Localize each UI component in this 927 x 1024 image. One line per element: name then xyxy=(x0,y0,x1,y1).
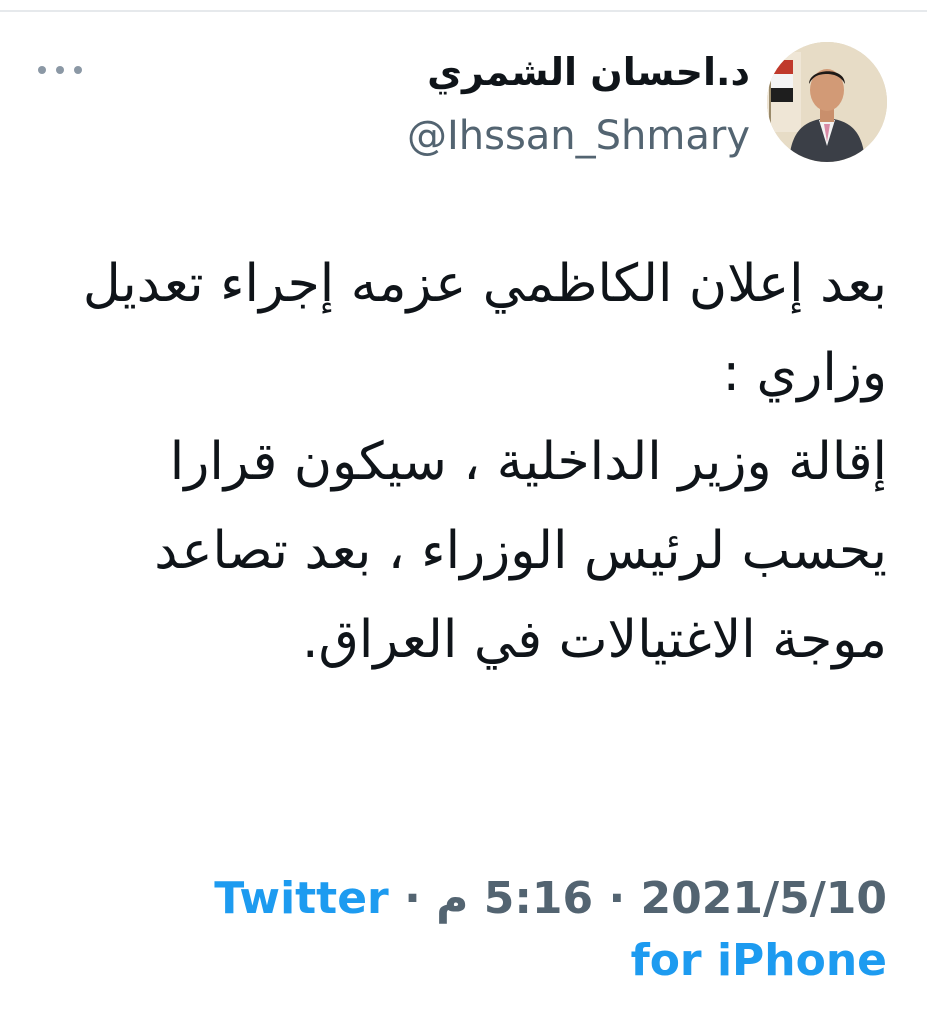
more-options-button[interactable] xyxy=(38,58,82,82)
more-dot-icon xyxy=(74,66,82,74)
user-handle[interactable]: @Ihssan_Shmary xyxy=(407,108,750,164)
tweet-time[interactable]: 5:16 م xyxy=(436,873,593,924)
tweet-text: بعد إعلان الكاظمي عزمه إجراء تعديل وزاري… xyxy=(82,254,887,670)
top-divider xyxy=(0,10,927,12)
meta-separator: · xyxy=(608,873,626,924)
tweet-date[interactable]: 2021/5/10 xyxy=(641,873,887,924)
avatar[interactable] xyxy=(767,42,887,162)
more-dot-icon xyxy=(38,66,46,74)
more-dot-icon xyxy=(56,66,64,74)
display-name[interactable]: د.احسان الشمري xyxy=(427,42,750,102)
tweet-meta: 2021/5/10 · 5:16 م · Twitter for iPhone xyxy=(172,868,887,992)
meta-separator: · xyxy=(404,873,421,924)
